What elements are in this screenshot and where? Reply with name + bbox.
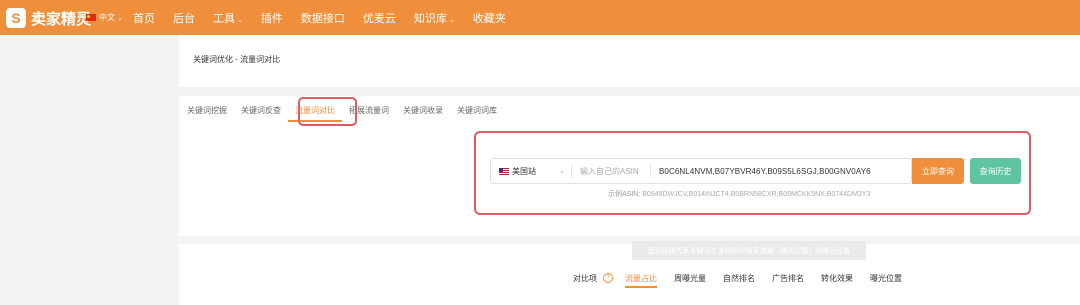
- compare-options: 对比项 ? 流量占比 周曝光量 自然排名 广告排名 转化效果 曝光位置: [573, 270, 919, 288]
- tab-keyword-mining[interactable]: 关键词挖掘: [180, 105, 234, 122]
- chevron-down-icon: ⌄: [237, 16, 243, 24]
- nav-item-home[interactable]: 首页: [133, 10, 155, 26]
- nav-item-knowledge-base[interactable]: 知识库 ⌄: [414, 10, 455, 26]
- nav-item-data-api[interactable]: 数据接口: [301, 10, 345, 26]
- tab-keyword-library[interactable]: 关键词词库: [450, 105, 504, 122]
- nav-label: 工具: [213, 12, 235, 25]
- nav-label: 收藏夹: [472, 12, 506, 25]
- china-flag-icon: [86, 14, 96, 21]
- nav-item-plugins[interactable]: 插件: [261, 10, 283, 26]
- tab-keyword-index[interactable]: 关键词收录: [396, 105, 450, 122]
- chevron-down-icon: ⌄: [448, 16, 455, 24]
- nav-label: 后台: [173, 12, 195, 25]
- language-selector[interactable]: 中文 ⌄: [86, 12, 123, 23]
- nav-item-favorites[interactable]: 收藏夹: [473, 10, 506, 26]
- language-label: 中文: [99, 13, 115, 22]
- nav-item-tools[interactable]: 工具 ⌄: [213, 10, 243, 26]
- nav-label: 首页: [133, 12, 155, 25]
- compare-ad-rank[interactable]: 广告排名: [772, 273, 804, 284]
- brand-logo[interactable]: S 卖家精灵: [6, 7, 91, 29]
- compare-organic-rank[interactable]: 自然排名: [723, 273, 755, 284]
- compare-conversion[interactable]: 转化效果: [821, 273, 853, 284]
- compare-traffic-share[interactable]: 流量占比: [625, 273, 657, 288]
- compare-impression-position[interactable]: 曝光位置: [870, 273, 902, 284]
- chevron-down-icon: ⌄: [117, 14, 123, 22]
- nav-label: 知识库: [413, 12, 447, 25]
- help-icon[interactable]: ?: [603, 273, 613, 283]
- nav-label: 数据接口: [300, 12, 345, 25]
- breadcrumb-panel: [179, 35, 1080, 87]
- main-nav: 首页 后台 工具 ⌄ 插件 数据接口 优麦云 知识库 ⌄ 收藏夹: [133, 0, 524, 35]
- logo-icon: S: [6, 8, 26, 28]
- nav-item-youmaiyun[interactable]: 优麦云: [363, 10, 396, 26]
- nav-item-backend[interactable]: 后台: [173, 10, 195, 26]
- logo-text: 卖家精灵: [31, 10, 92, 28]
- compare-weekly-impressions[interactable]: 周曝光量: [674, 273, 706, 284]
- top-navigation-bar: S 卖家精灵 中文 ⌄ 首页 后台 工具 ⌄ 插件 数据接口 优麦云 知识库 ⌄ 收…: [0, 0, 1080, 35]
- tab-reverse-asin[interactable]: 关键词反查: [234, 105, 288, 122]
- compare-label: 对比项: [573, 273, 597, 283]
- sidebar: [0, 35, 179, 305]
- tooltip: 蓝色竖线代表关键词在该时段的搜索流量（曝光位置）和曝光位置: [632, 241, 866, 260]
- breadcrumb: 关键词优化 - 流量词对比: [193, 55, 281, 64]
- nav-label: 优麦云: [362, 12, 396, 25]
- nav-label: 插件: [260, 12, 283, 25]
- tab-highlight-box: [298, 97, 357, 126]
- search-highlight-box: [474, 131, 1031, 215]
